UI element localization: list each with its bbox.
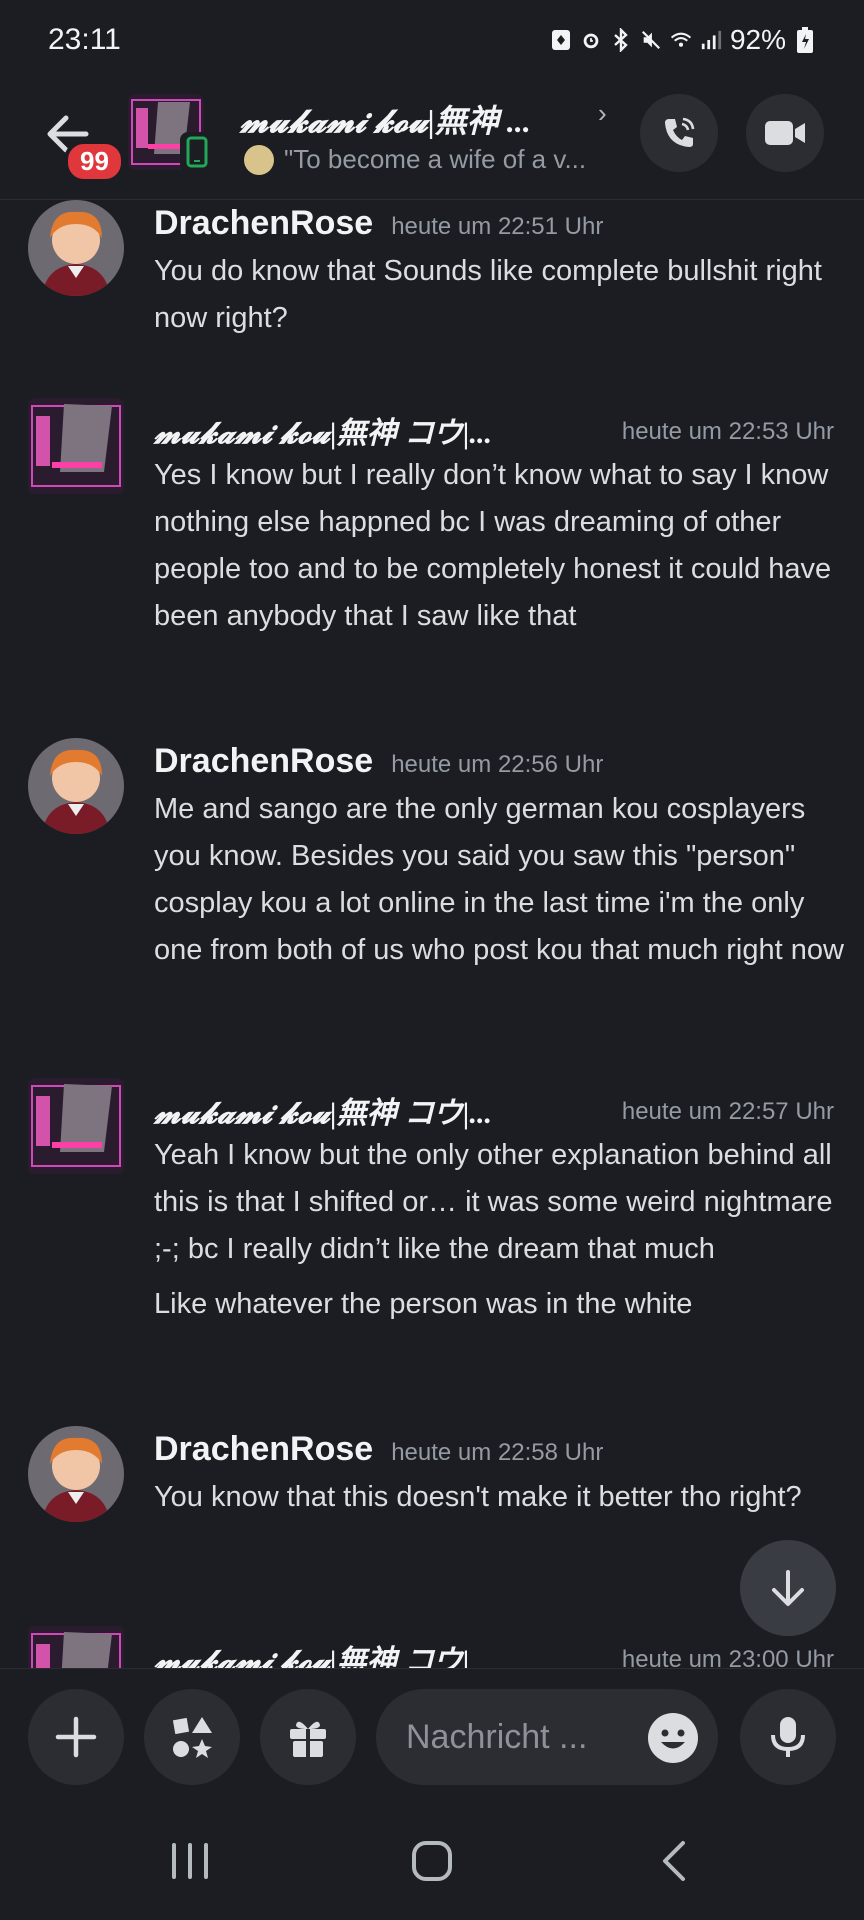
voice-message-button[interactable] bbox=[740, 1689, 836, 1785]
custom-status: "To become a wife of a v... bbox=[244, 144, 586, 175]
apps-icon bbox=[172, 1717, 212, 1758]
apps-button[interactable] bbox=[144, 1689, 240, 1785]
app-notification-icon bbox=[550, 28, 572, 52]
avatar[interactable] bbox=[28, 398, 124, 494]
avatar[interactable] bbox=[28, 1426, 124, 1522]
arrow-down-icon bbox=[772, 1570, 804, 1606]
wifi-icon bbox=[670, 28, 692, 52]
author-name[interactable]: DrachenRose bbox=[154, 1430, 373, 1469]
message-header: DrachenRose heute um 22:56 Uhr bbox=[154, 742, 603, 781]
channel-header: 99 𝓶𝓾𝓴𝓪𝓶𝓲 𝓴𝓸𝓾|無神 ... › "To become a wife… bbox=[0, 80, 864, 200]
system-back-button[interactable] bbox=[644, 1836, 704, 1886]
status-icons: 92% bbox=[550, 24, 816, 56]
timestamp: heute um 23:00 Uhr bbox=[621, 1646, 834, 1668]
add-attachment-button[interactable] bbox=[28, 1689, 124, 1785]
avatar[interactable] bbox=[28, 1626, 124, 1668]
microphone-icon bbox=[771, 1717, 805, 1757]
timestamp: heute um 22:58 Uhr bbox=[391, 1439, 604, 1466]
phone-call-icon bbox=[665, 117, 695, 147]
message-content: You do know that Sounds like complete bu… bbox=[154, 248, 844, 342]
message-content: Yeah I know but the only other explanati… bbox=[154, 1132, 844, 1328]
message-text: Yeah I know but the only other explanati… bbox=[154, 1139, 833, 1265]
jump-to-present-button[interactable] bbox=[740, 1540, 836, 1636]
mute-icon bbox=[640, 28, 662, 52]
timestamp: heute um 22:53 Uhr bbox=[621, 418, 834, 445]
system-navigation-bar bbox=[0, 1802, 864, 1920]
plus-icon bbox=[55, 1716, 97, 1758]
message-header: DrachenRose heute um 22:58 Uhr bbox=[154, 1430, 603, 1469]
timestamp: heute um 22:51 Uhr bbox=[391, 213, 604, 240]
bluetooth-icon bbox=[610, 28, 632, 52]
emoji-icon[interactable] bbox=[646, 1711, 700, 1765]
channel-name[interactable]: 𝓶𝓾𝓴𝓪𝓶𝓲 𝓴𝓸𝓾|無神 ... bbox=[240, 96, 531, 142]
home-icon bbox=[412, 1841, 452, 1881]
clock: 23:11 bbox=[48, 23, 121, 56]
avatar[interactable] bbox=[28, 738, 124, 834]
mobile-status-icon bbox=[180, 132, 214, 172]
message-list[interactable]: DrachenRose heute um 22:51 Uhr You do kn… bbox=[0, 200, 864, 1668]
unread-badge: 99 bbox=[64, 140, 125, 183]
message-content: Me and sango are the only german kou cos… bbox=[154, 786, 844, 974]
message-text: Me and sango are the only german kou cos… bbox=[154, 793, 844, 966]
message-composer: Nachricht ... bbox=[0, 1668, 864, 1802]
timestamp: heute um 22:57 Uhr bbox=[621, 1098, 834, 1125]
avatar[interactable] bbox=[28, 1078, 124, 1174]
message-content: Yes I know but I really don’t know what … bbox=[154, 452, 844, 640]
battery-icon bbox=[794, 27, 816, 53]
status-emoji-icon bbox=[244, 144, 274, 175]
message-text: Yes I know but I really don’t know what … bbox=[154, 459, 832, 632]
message-text: You know that this doesn't make it bette… bbox=[154, 1481, 802, 1513]
chevron-left-icon bbox=[663, 1841, 685, 1881]
message-input-placeholder: Nachricht ... bbox=[406, 1717, 588, 1756]
author-name[interactable]: DrachenRose bbox=[154, 204, 373, 243]
chevron-right-icon[interactable]: › bbox=[598, 98, 607, 129]
battery-percent: 92% bbox=[729, 24, 786, 55]
recent-apps-button[interactable] bbox=[160, 1836, 220, 1886]
author-name[interactable]: 𝓶𝓾𝓴𝓪𝓶𝓲 𝓴𝓸𝓾|無神 コウ| bbox=[154, 1636, 470, 1668]
avatar[interactable] bbox=[28, 200, 124, 296]
message-header: DrachenRose heute um 22:51 Uhr bbox=[154, 204, 603, 243]
message-text: Like whatever the person was in the whit… bbox=[154, 1288, 693, 1320]
gift-button[interactable] bbox=[260, 1689, 356, 1785]
home-button[interactable] bbox=[402, 1836, 462, 1886]
alarm-icon bbox=[580, 28, 602, 52]
voice-call-button[interactable] bbox=[640, 94, 718, 172]
author-name[interactable]: DrachenRose bbox=[154, 742, 373, 781]
signal-icon bbox=[700, 28, 722, 52]
video-camera-icon bbox=[765, 121, 805, 145]
gift-icon bbox=[290, 1721, 326, 1757]
author-name[interactable]: 𝓶𝓾𝓴𝓪𝓶𝓲 𝓴𝓸𝓾|無神 コウ|... bbox=[154, 408, 492, 452]
message-text: You do know that Sounds like complete bu… bbox=[154, 255, 822, 334]
status-bar: 23:11 92% bbox=[0, 0, 864, 80]
recent-apps-icon bbox=[172, 1843, 208, 1879]
timestamp: heute um 22:56 Uhr bbox=[391, 751, 604, 778]
author-name[interactable]: 𝓶𝓾𝓴𝓪𝓶𝓲 𝓴𝓸𝓾|無神 コウ|... bbox=[154, 1088, 492, 1132]
video-call-button[interactable] bbox=[746, 94, 824, 172]
custom-status-text: "To become a wife of a v... bbox=[284, 144, 587, 174]
message-input[interactable]: Nachricht ... bbox=[376, 1689, 718, 1785]
message-content: You know that this doesn't make it bette… bbox=[154, 1474, 844, 1521]
